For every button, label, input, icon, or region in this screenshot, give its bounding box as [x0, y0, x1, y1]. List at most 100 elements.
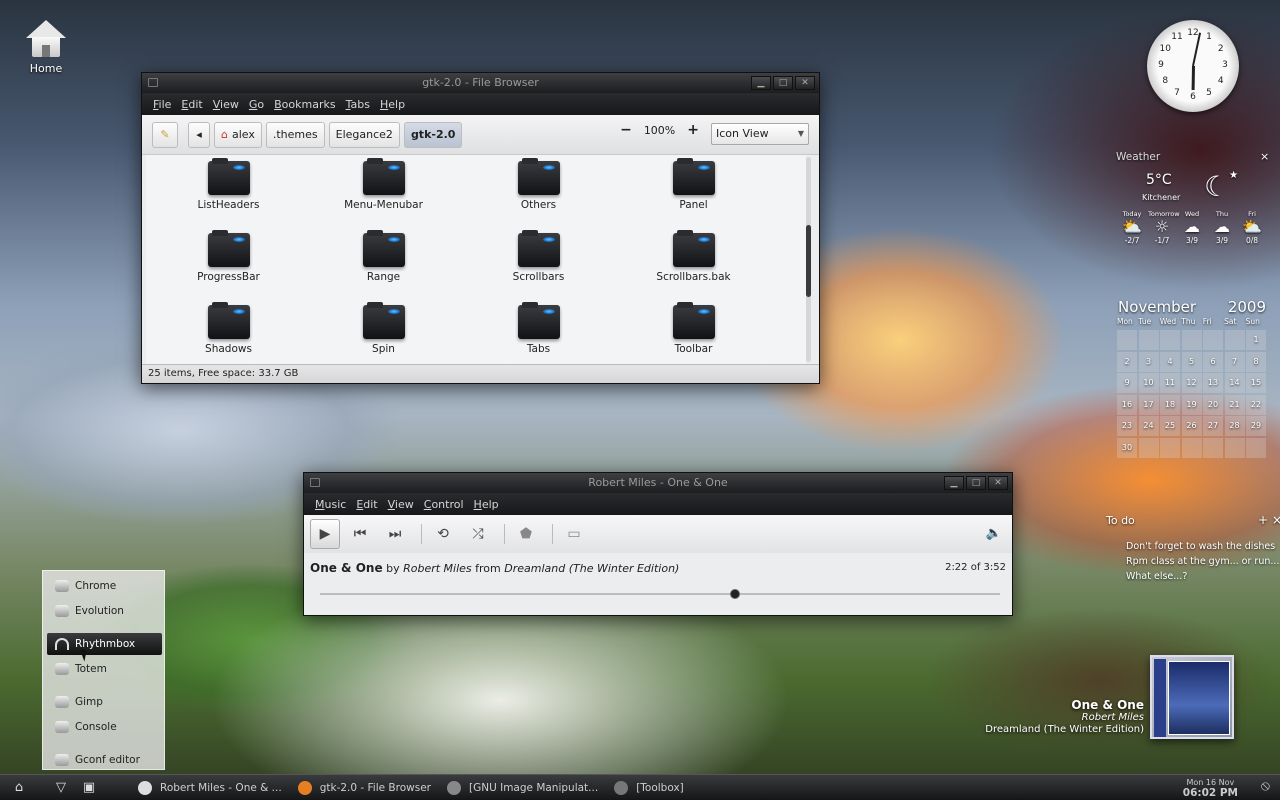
- menu-edit[interactable]: Edit: [351, 498, 382, 511]
- maximize-button[interactable]: □: [773, 76, 793, 90]
- crumb-themes[interactable]: .themes: [265, 121, 325, 148]
- calendar-day[interactable]: 30: [1117, 437, 1137, 458]
- window-menu-icon[interactable]: [148, 78, 158, 87]
- desktop-home-icon[interactable]: Home: [22, 20, 70, 75]
- repeat-button[interactable]: ⟲: [428, 519, 458, 549]
- menu-tabs[interactable]: Tabs: [341, 98, 375, 111]
- calendar-day[interactable]: 19: [1181, 394, 1202, 415]
- menu-help[interactable]: Help: [375, 98, 410, 111]
- folder-item[interactable]: Others: [461, 158, 616, 233]
- calendar-day[interactable]: 13: [1203, 373, 1223, 393]
- weather-close-button[interactable]: ×: [1260, 150, 1269, 163]
- task-rhythmbox[interactable]: Robert Miles - One & ...: [130, 776, 290, 800]
- edit-location-button[interactable]: ✎: [152, 121, 178, 148]
- launcher-item-gconf-editor[interactable]: Gconf editor: [47, 749, 162, 771]
- launcher-item-gimp[interactable]: Gimp: [47, 691, 162, 713]
- calendar-day[interactable]: 21: [1224, 394, 1245, 415]
- calendar-day[interactable]: 1: [1246, 330, 1266, 350]
- calendar-day[interactable]: 25: [1160, 416, 1180, 436]
- visualization-button[interactable]: ▭: [559, 519, 589, 549]
- calendar-day[interactable]: 22: [1246, 394, 1266, 415]
- todo-item[interactable]: Rpm class at the gym... or run...: [1126, 554, 1279, 569]
- calendar-day[interactable]: 27: [1203, 416, 1223, 436]
- folder-item[interactable]: Scrollbars: [461, 230, 616, 305]
- calendar-day[interactable]: 9: [1117, 373, 1137, 393]
- main-menu-icon[interactable]: ⌂: [8, 777, 30, 799]
- folder-item[interactable]: Range: [306, 230, 461, 305]
- show-desktop-icon[interactable]: ▽: [50, 777, 72, 799]
- view-mode-select[interactable]: Icon View ▼: [711, 123, 809, 145]
- minimize-button[interactable]: ▁: [944, 476, 964, 490]
- path-back-button[interactable]: ◂: [188, 121, 210, 148]
- crumb-gtk2[interactable]: gtk-2.0: [403, 121, 463, 148]
- folder-item[interactable]: Menu-Menubar: [306, 158, 461, 233]
- menu-go[interactable]: Go: [244, 98, 269, 111]
- calendar-day[interactable]: 26: [1181, 416, 1202, 436]
- todo-item[interactable]: What else...?: [1126, 569, 1279, 584]
- todo-item[interactable]: Don't forget to wash the dishes: [1126, 539, 1279, 554]
- shuffle-button[interactable]: ⤮: [463, 519, 493, 549]
- folder-item[interactable]: Panel: [616, 158, 771, 233]
- vertical-scrollbar[interactable]: [806, 157, 811, 362]
- calendar-day[interactable]: 16: [1117, 394, 1137, 415]
- task-gimp[interactable]: [GNU Image Manipulat...: [439, 776, 606, 800]
- calendar-day[interactable]: 15: [1246, 373, 1266, 393]
- zoom-out-button[interactable]: −: [620, 122, 632, 138]
- todo-close-button[interactable]: ×: [1272, 513, 1280, 527]
- calendar-day[interactable]: 3: [1138, 351, 1159, 372]
- folder-item[interactable]: ProgressBar: [151, 230, 306, 305]
- window-menu-icon[interactable]: [310, 478, 320, 487]
- network-icon[interactable]: ⦸: [1261, 778, 1270, 794]
- launcher-item-chrome[interactable]: Chrome: [47, 575, 162, 597]
- calendar-day[interactable]: 11: [1160, 373, 1180, 393]
- folder-item[interactable]: ListHeaders: [151, 158, 306, 233]
- calendar-day[interactable]: 28: [1224, 416, 1245, 436]
- task-file-browser[interactable]: gtk-2.0 - File Browser: [290, 776, 439, 800]
- menu-music[interactable]: Music: [310, 498, 351, 511]
- minimize-button[interactable]: ▁: [751, 76, 771, 90]
- calendar-day[interactable]: 5: [1181, 351, 1202, 372]
- calendar-day[interactable]: 6: [1203, 351, 1223, 372]
- calendar-day[interactable]: 10: [1138, 373, 1159, 393]
- launcher-item-rhythmbox[interactable]: Rhythmbox: [47, 633, 162, 655]
- file-manager-icon[interactable]: ▣: [78, 777, 100, 799]
- next-button[interactable]: ⏭: [380, 519, 410, 549]
- calendar-day[interactable]: 24: [1138, 416, 1159, 436]
- panel-clock[interactable]: Mon 16 Nov 06:02 PM: [1183, 777, 1238, 799]
- todo-add-button[interactable]: +: [1258, 513, 1268, 527]
- calendar-day[interactable]: 29: [1246, 416, 1266, 436]
- calendar-day[interactable]: 18: [1160, 394, 1180, 415]
- eject-button[interactable]: ⬟: [511, 519, 541, 549]
- launcher-item-console[interactable]: Console: [47, 716, 162, 738]
- calendar-day[interactable]: 12: [1181, 373, 1202, 393]
- crumb-alex[interactable]: ⌂ alex: [214, 121, 262, 148]
- volume-icon[interactable]: 🔈: [986, 526, 1002, 541]
- calendar-day[interactable]: 23: [1117, 416, 1137, 436]
- calendar-day[interactable]: 4: [1160, 351, 1180, 372]
- menu-file[interactable]: File: [148, 98, 176, 111]
- menu-bookmarks[interactable]: Bookmarks: [269, 98, 340, 111]
- task-toolbox[interactable]: [Toolbox]: [606, 776, 692, 800]
- crumb-elegance2[interactable]: Elegance2: [328, 121, 400, 148]
- launcher-item-totem[interactable]: Totem: [47, 658, 162, 680]
- menu-view[interactable]: View: [383, 498, 419, 511]
- scrollbar-thumb[interactable]: [806, 224, 811, 297]
- calendar-day[interactable]: 2: [1117, 351, 1137, 372]
- folder-item[interactable]: Scrollbars.bak: [616, 230, 771, 305]
- menu-edit[interactable]: Edit: [176, 98, 207, 111]
- previous-button[interactable]: ⏮: [345, 519, 375, 549]
- seek-bar[interactable]: [320, 589, 1000, 599]
- launcher-item-evolution[interactable]: Evolution: [47, 600, 162, 622]
- close-button[interactable]: ✕: [988, 476, 1008, 490]
- menu-view[interactable]: View: [208, 98, 244, 111]
- zoom-in-button[interactable]: +: [687, 122, 699, 138]
- file-browser-titlebar[interactable]: gtk-2.0 - File Browser ▁ □ ✕: [142, 73, 819, 93]
- menu-control[interactable]: Control: [419, 498, 469, 511]
- calendar-day[interactable]: 20: [1203, 394, 1223, 415]
- calendar-day[interactable]: 14: [1224, 373, 1245, 393]
- calendar-day[interactable]: 8: [1246, 351, 1266, 372]
- player-titlebar[interactable]: Robert Miles - One & One ▁ □ ✕: [304, 473, 1012, 493]
- menu-help[interactable]: Help: [469, 498, 504, 511]
- maximize-button[interactable]: □: [966, 476, 986, 490]
- calendar-day[interactable]: 17: [1138, 394, 1159, 415]
